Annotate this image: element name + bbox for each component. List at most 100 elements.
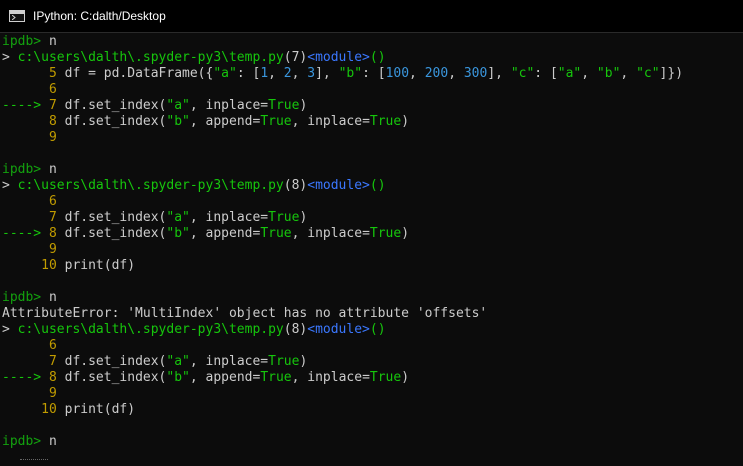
terminal-text: ) xyxy=(299,354,308,369)
terminal-text: 6 xyxy=(48,338,57,353)
terminal-text: <module> xyxy=(307,322,370,337)
terminal-text: 9 xyxy=(48,386,57,401)
terminal-text: "a" xyxy=(213,66,237,81)
terminal-line: ipdb> n xyxy=(2,434,743,450)
terminal-text: "a" xyxy=(166,98,190,113)
terminal-text: 8 xyxy=(48,370,57,385)
terminal-text: () xyxy=(369,50,386,65)
terminal-text: : [ xyxy=(534,66,558,81)
terminal-text: df.set_index( xyxy=(56,354,167,369)
terminal-text: print(df) xyxy=(56,402,136,417)
terminal-line: 10 print(df) xyxy=(2,258,743,274)
terminal-text: (7) xyxy=(283,50,308,65)
terminal-text: 8 xyxy=(48,114,57,129)
terminal-text: 9 xyxy=(48,242,57,257)
terminal-text: ipdb> xyxy=(2,290,49,305)
terminal-text: df.set_index( xyxy=(56,226,167,241)
terminal-text: () xyxy=(369,178,386,193)
terminal-line: ----> 8 df.set_index("b", append=True, i… xyxy=(2,226,743,242)
terminal-text: 2 xyxy=(283,66,292,81)
terminal-text: , xyxy=(581,66,597,81)
terminal-text: (8) xyxy=(283,322,308,337)
terminal-text: <module> xyxy=(307,50,370,65)
terminal-text: True xyxy=(260,370,292,385)
terminal-text: "b" xyxy=(596,66,621,81)
terminal-text: True xyxy=(369,114,402,129)
terminal-text: ], xyxy=(315,66,339,81)
terminal-text: True xyxy=(260,226,292,241)
terminal-text: "b" xyxy=(166,370,190,385)
terminal-text: AttributeError: 'MultiIndex' object has … xyxy=(2,306,488,321)
terminal-text: > xyxy=(2,50,18,65)
terminal-text: , inplace= xyxy=(291,226,370,241)
terminal-text: c:\users\dalth\.spyder-py3\temp.py xyxy=(17,178,284,193)
terminal-text: n xyxy=(48,34,57,49)
terminal-line: > c:\users\dalth\.spyder-py3\temp.py(8)<… xyxy=(2,178,743,194)
terminal-line: 9 xyxy=(2,386,743,402)
terminal-text: df.set_index( xyxy=(56,210,167,225)
terminal-text: 7 xyxy=(48,354,57,369)
terminal-text: , xyxy=(409,66,425,81)
terminal-text: 3 xyxy=(307,66,316,81)
terminal-line: > c:\users\dalth\.spyder-py3\temp.py(8)<… xyxy=(2,322,743,338)
terminal-line: AttributeError: 'MultiIndex' object has … xyxy=(2,306,743,322)
terminal-text: > xyxy=(2,322,18,337)
terminal-text: "a" xyxy=(557,66,582,81)
terminal-text: df.set_index( xyxy=(56,370,167,385)
terminal-text: (8) xyxy=(283,178,308,193)
terminal-text: True xyxy=(260,114,292,129)
terminal-text: 200 xyxy=(424,66,449,81)
terminal-line: 9 xyxy=(2,130,743,146)
terminal-line: 6 xyxy=(2,194,743,210)
terminal-line: 9 xyxy=(2,242,743,258)
terminal-text: n xyxy=(48,434,57,449)
terminal-text: , inplace= xyxy=(291,114,370,129)
terminal-line: 6 xyxy=(2,338,743,354)
terminal-text: , xyxy=(448,66,464,81)
terminal-line: ipdb> n xyxy=(2,290,743,306)
terminal-text: 100 xyxy=(385,66,410,81)
terminal-text: 6 xyxy=(48,194,57,209)
terminal-text: , inplace= xyxy=(189,210,269,225)
terminal-line: 8 df.set_index("b", append=True, inplace… xyxy=(2,114,743,130)
terminal-text: "b" xyxy=(166,226,190,241)
terminal-text: > xyxy=(2,178,18,193)
terminal-text: 9 xyxy=(48,130,57,145)
terminal-text: <module> xyxy=(307,178,370,193)
terminal-text: True xyxy=(369,226,402,241)
window-titlebar[interactable]: IPython: C:dalth/Desktop xyxy=(0,0,743,33)
terminal-line: 5 df = pd.DataFrame({"a": [1, 2, 3], "b"… xyxy=(2,66,743,82)
terminal-text: True xyxy=(268,354,300,369)
terminal-text: df.set_index( xyxy=(56,98,167,113)
window-title: IPython: C:dalth/Desktop xyxy=(33,9,166,23)
terminal-text: : [ xyxy=(236,66,261,81)
terminal-text: True xyxy=(369,370,402,385)
terminal-output[interactable]: ipdb> n > c:\users\dalth\.spyder-py3\temp… xyxy=(0,34,743,465)
terminal-line: 7 df.set_index("a", inplace=True) xyxy=(2,210,743,226)
terminal-text: , xyxy=(291,66,308,81)
terminal-text: c:\users\dalth\.spyder-py3\temp.py xyxy=(17,322,284,337)
terminal-text: c:\users\dalth\.spyder-py3\temp.py xyxy=(17,50,284,65)
terminal-text: () xyxy=(369,322,386,337)
terminal-line: ipdb> n xyxy=(2,34,743,50)
terminal-text: ipdb> xyxy=(2,34,49,49)
terminal-text: , inplace= xyxy=(291,370,370,385)
terminal-text: ----> xyxy=(2,98,49,113)
terminal-text: , append= xyxy=(189,370,261,385)
terminal-text: , append= xyxy=(189,114,261,129)
terminal-text: 8 xyxy=(48,226,57,241)
terminal-line: ----> 8 df.set_index("b", append=True, i… xyxy=(2,370,743,386)
terminal-text: 7 xyxy=(48,210,57,225)
terminal-line: > c:\users\dalth\.spyder-py3\temp.py(7)<… xyxy=(2,50,743,66)
terminal-text: True xyxy=(268,98,300,113)
